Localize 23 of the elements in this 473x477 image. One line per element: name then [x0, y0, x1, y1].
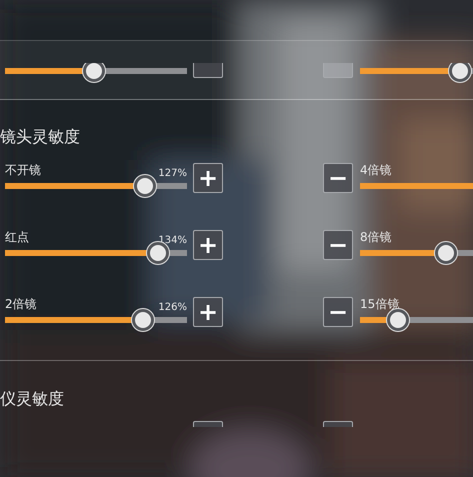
slider-thumb[interactable]	[132, 309, 154, 331]
slider-thumb[interactable]	[134, 175, 156, 197]
slider-label: 8倍镜	[360, 229, 392, 246]
slider-thumb[interactable]	[387, 309, 410, 331]
decrease-button[interactable]: −	[323, 297, 353, 327]
section-title: 仪灵敏度	[0, 389, 65, 409]
slider-thumb[interactable]	[449, 63, 472, 82]
slider-label: 红点	[5, 229, 29, 246]
slider-value: 126%	[158, 302, 187, 313]
increase-button[interactable]: +	[193, 163, 223, 193]
slider-label: 15倍镜	[360, 296, 400, 313]
decrease-button[interactable]: −	[323, 230, 353, 260]
slider-label: 4倍镜	[360, 162, 392, 179]
slider-value: 127%	[158, 168, 187, 179]
decrease-button[interactable]: −	[323, 163, 353, 193]
slider-thumb[interactable]	[83, 63, 106, 82]
increase-button[interactable]: +	[193, 297, 223, 327]
section-title: 镜头灵敏度	[0, 127, 81, 147]
slider-label: 不开镜	[5, 162, 41, 179]
slider-thumb[interactable]	[146, 242, 169, 264]
slider-label: 2倍镜	[5, 296, 37, 313]
increase-button[interactable]: +	[193, 230, 223, 260]
slider-thumb[interactable]	[434, 242, 457, 264]
